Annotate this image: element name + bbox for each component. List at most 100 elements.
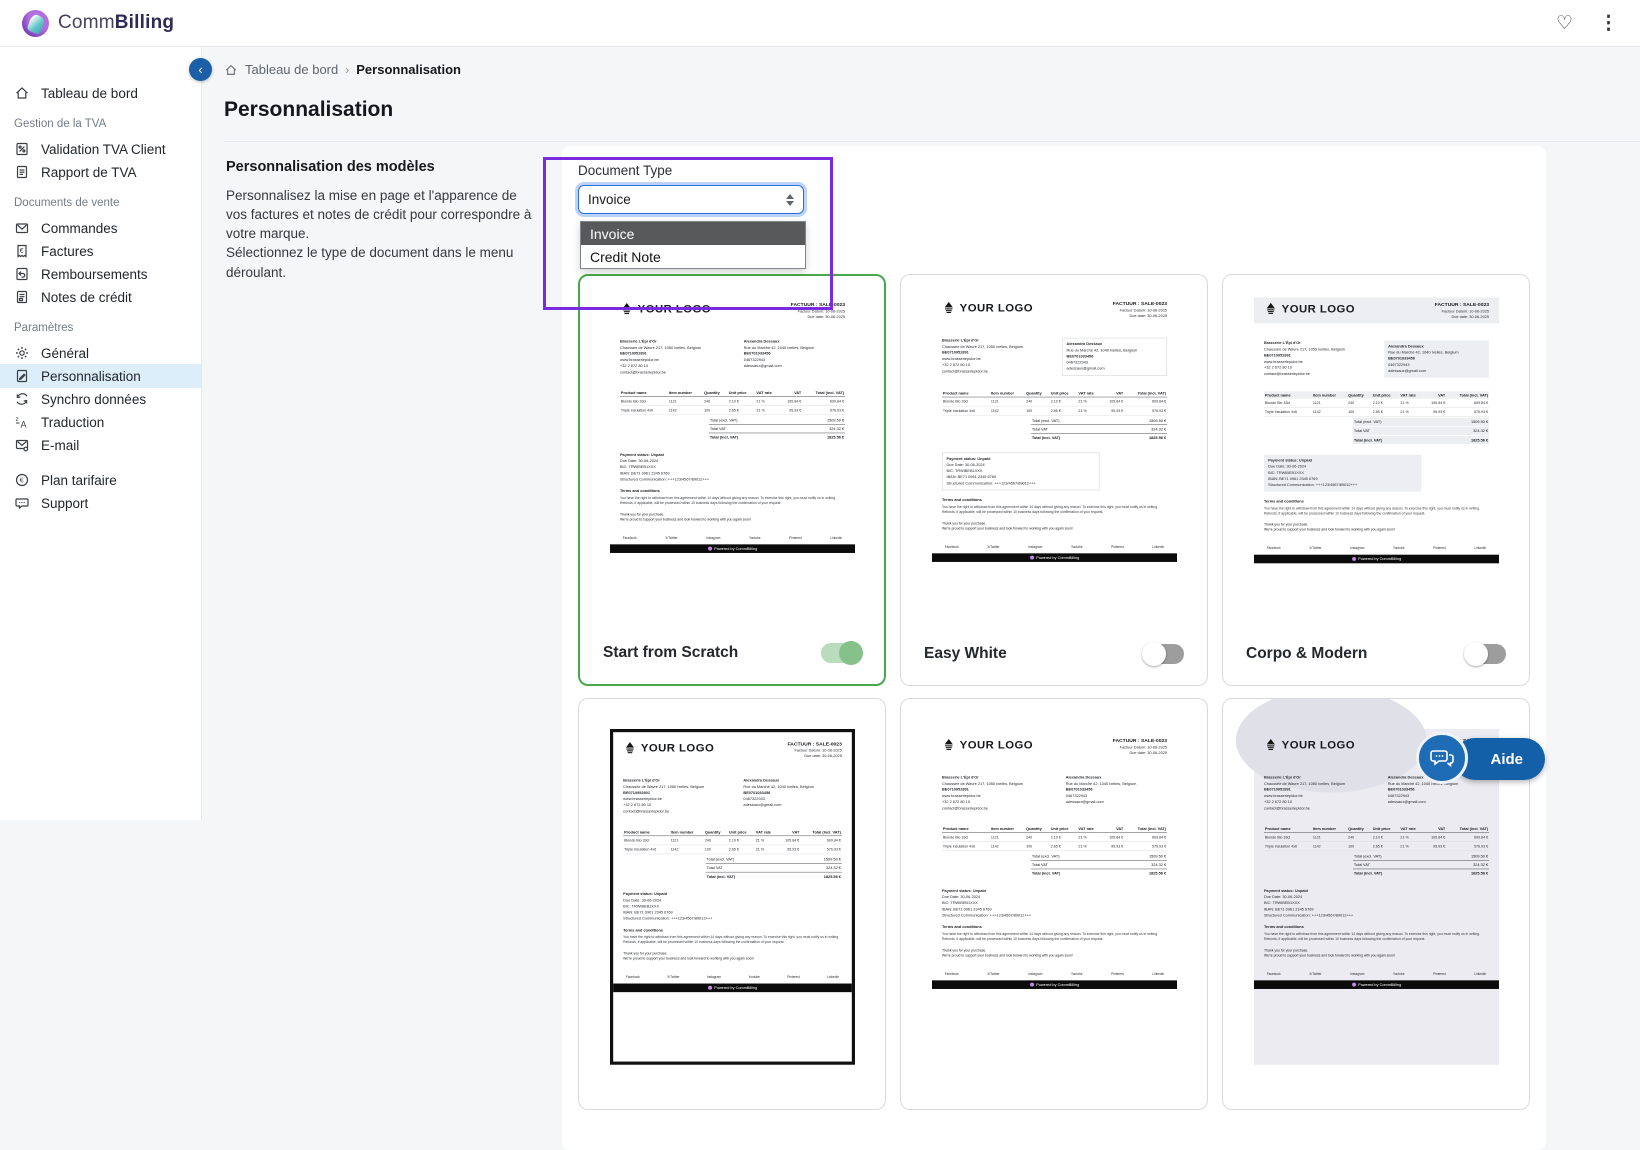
template-card-easy-white[interactable]: YOUR LOGO FACTUUR : SALE-0023 Factuur Da… [900, 274, 1208, 686]
sidebar-item-credit-notes[interactable]: Notes de crédit [0, 285, 201, 309]
col-total: Total (incl. VAT) [1124, 389, 1167, 396]
preview-buyer-block: Alexandra Dessaux Rue du Marché 42, 1040… [1065, 775, 1166, 812]
sidebar-item-tva-validation[interactable]: Validation TVA Client [0, 137, 201, 161]
payment-status: Payment status: Unpaid [946, 456, 1094, 461]
cell: 240 [1025, 833, 1050, 842]
preview-seller-block: Brasserie L'Épi d'Or Chaussée de Wavre 2… [623, 778, 743, 815]
payment-status: Payment status: Unpaid [619, 452, 844, 457]
sidebar-item-traduction[interactable]: zA Traduction [0, 410, 201, 434]
seller-phone: +32 2 672 80 10 [941, 799, 1065, 804]
col-unit-price: Unit price [727, 389, 755, 396]
preview-items-table: Product name Item number Quantity Unit p… [1263, 391, 1488, 416]
template-toggle-off[interactable] [1144, 644, 1184, 664]
help-widget: Aide [1454, 738, 1545, 780]
preview-seller-block: Brasserie L'Épi d'Or Chaussée de Wavre 2… [619, 339, 743, 376]
seller-address: Chaussée de Wavre 217, 1050 Ixelles, Bel… [941, 344, 1061, 349]
cell: 21 % [1399, 833, 1423, 842]
cell: 240 [1025, 397, 1050, 406]
total-value: 1825.56 € [1148, 435, 1165, 440]
social-linkedin: LinkedIn [1474, 547, 1486, 550]
sidebar-item-personnalisation[interactable]: Personnalisation [0, 364, 201, 388]
sidebar-item-synchro[interactable]: Synchro données [0, 387, 201, 411]
total-value: 1825.56 € [1148, 871, 1165, 876]
template-card-dark-frame[interactable]: YOUR LOGO FACTUUR : SALE-0023 Factuur Da… [578, 698, 886, 1110]
help-button[interactable]: Aide [1454, 738, 1545, 780]
total-value: 1509.50 € [823, 857, 840, 862]
breadcrumb-current: Personnalisation [356, 62, 461, 77]
payment-status: Payment status: Unpaid [941, 888, 1166, 893]
sidebar-item-email[interactable]: E-mail [0, 433, 201, 457]
breadcrumb: Tableau de bord › Personnalisation [224, 47, 1640, 77]
buyer-email: adessaux@gmail.com [1388, 368, 1485, 373]
preview-buyer-block: Alexandra Dessaux Rue du Marché 42, 1040… [743, 339, 844, 376]
option-credit-note[interactable]: Credit Note [581, 245, 805, 268]
cell: 576.93 € [1446, 407, 1489, 416]
triangle-logo-icon [941, 301, 955, 315]
template-card-start-from-scratch[interactable]: YOUR LOGO FACTUUR : SALE-0023 Factuur Da… [578, 274, 886, 686]
preview-doc-date: Factuur Datum: 10-06-2025 [790, 309, 844, 314]
kebab-menu-icon[interactable]: ⋮ [1599, 12, 1618, 35]
preview-logo-text: YOUR LOGO [959, 738, 1032, 751]
total-label: Total (excl. VAT) [1353, 854, 1381, 859]
gear-icon [14, 345, 30, 361]
sidebar-item-support[interactable]: Support [0, 491, 201, 515]
cell: 100 [1025, 842, 1050, 851]
total-value: 1825.56 € [1470, 871, 1487, 876]
col-vat: VAT [1423, 825, 1446, 832]
buyer-email: adessaux@gmail.com [743, 802, 841, 807]
buyer-phone: 0467322943 [1065, 793, 1166, 798]
social-facebook: Facebook [622, 536, 636, 539]
terms-heading: Terms and conditions [1263, 925, 1488, 930]
terms-heading: Terms and conditions [623, 928, 842, 933]
preview-payment-block: Payment status: Unpaid Due Date: 30-06-2… [1263, 888, 1488, 917]
powered-logo-icon [1351, 982, 1355, 986]
sidebar-item-refunds[interactable]: Remboursements [0, 262, 201, 286]
payment-bic: BIC: TRWIBEB1XXX [941, 900, 1166, 905]
option-invoice[interactable]: Invoice [581, 222, 805, 245]
col-unit-price: Unit price [727, 828, 754, 835]
page-title: Personnalisation [224, 98, 1640, 122]
payment-iban: IBAN: BE71 0961 2345 6769 [941, 907, 1166, 912]
table-row: Blonde Bio 33cl 1121 240 2.10 € 21 % 105… [941, 833, 1166, 842]
favorites-heart-icon[interactable]: ♡ [1556, 14, 1573, 33]
table-row: Blonde Bio 33cl 1121 240 2.10 € 21 % 105… [1263, 398, 1488, 407]
sidebar-collapse-button[interactable]: ‹ [189, 58, 212, 81]
thanks-line: Thank you for your purchase. [623, 951, 842, 955]
document-type-select[interactable]: Invoice [578, 185, 804, 214]
cell: 100 [703, 406, 728, 415]
sidebar-item-general[interactable]: Général [0, 341, 201, 365]
home-icon [14, 85, 30, 101]
preview-seller-block: Brasserie L'Épi d'Or Chaussée de Wavre 2… [1263, 775, 1387, 812]
help-chat-icon[interactable] [1416, 732, 1468, 784]
social-instagram: Instagram [1350, 972, 1364, 975]
document-type-selected-value: Invoice [588, 192, 631, 207]
sidebar-item-invoices[interactable]: € Factures [0, 239, 201, 263]
terms-heading: Terms and conditions [1263, 499, 1488, 504]
social-pinterest: Pinterest [787, 976, 800, 979]
template-toggle-on[interactable] [821, 643, 861, 663]
buyer-phone: 0467322943 [1066, 360, 1162, 365]
customize-document-icon [14, 368, 30, 384]
preview-logo: YOUR LOGO [941, 738, 1032, 752]
social-twitter: X/Twitter [665, 536, 677, 539]
template-card-corpo-modern[interactable]: YOUR LOGO FACTUUR : SALE-0023 Factuur Da… [1222, 274, 1530, 686]
breadcrumb-home-link[interactable]: Tableau de bord [245, 62, 338, 77]
powered-logo-icon [1029, 982, 1033, 986]
preview-thanks: Thank you for your purchase. We're proud… [1263, 948, 1488, 957]
sidebar-item-orders[interactable]: Commandes [0, 216, 201, 240]
sidebar-item-dashboard[interactable]: Tableau de bord [0, 81, 201, 105]
template-card-plain[interactable]: YOUR LOGO FACTUUR : SALE-0023 Factuur Da… [900, 698, 1208, 1110]
table-row: Triple insulation 4x6 1142 100 2.65 € 21… [1263, 407, 1488, 416]
social-pinterest: Pinterest [1111, 972, 1124, 975]
preview-buyer-block: Alexandra Dessaux Rue du Marché 42, 1040… [743, 778, 841, 815]
sidebar-item-tva-report[interactable]: Rapport de TVA [0, 160, 201, 184]
template-toggle-off[interactable] [1466, 644, 1506, 664]
social-linkedin: LinkedIn [830, 536, 842, 539]
sidebar-item-plan-tarifaire[interactable]: € Plan tarifaire [0, 468, 201, 492]
total-label: Total (incl. VAT) [709, 435, 737, 440]
buyer-email: adessaux@gmail.com [743, 363, 844, 368]
cell: Blonde Bio 33cl [1263, 398, 1311, 407]
cell: Blonde Bio 33cl [941, 833, 989, 842]
cell: 21 % [1399, 842, 1423, 851]
cell: 1142 [989, 406, 1024, 415]
